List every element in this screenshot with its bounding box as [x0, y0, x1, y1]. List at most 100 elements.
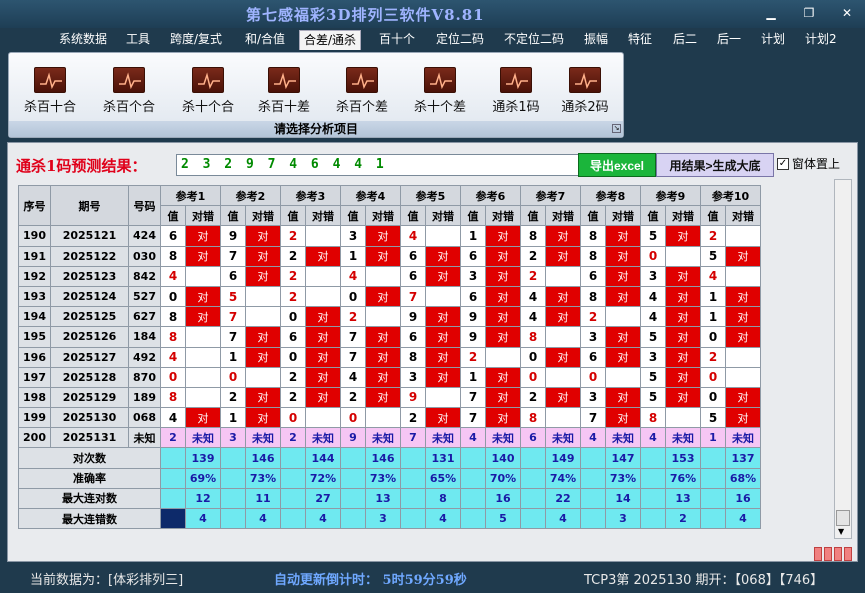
result-cell: 对 — [245, 225, 281, 247]
app-title: 第七感福彩3D排列三软件V8.81 — [246, 6, 485, 24]
dialog-launcher-icon[interactable]: ↘ — [612, 124, 621, 133]
analysis-option-button[interactable]: 杀十个合 — [173, 67, 243, 115]
table-row[interactable]: 194 2025125 627 8 对 7 0 对 2 9 对 9 对 4 对 2 4 对 1 对 — [18, 306, 761, 328]
value-cell: 5 — [700, 407, 726, 429]
menu-item[interactable]: 后一 — [713, 30, 745, 50]
predicted-value-cell: 6 — [520, 427, 546, 449]
table-header-row: 序号 期号 号码 参考1 参考2 参考3 参考4 参考5 参考6 参考7 参考8 参考9 参考10 — [18, 184, 761, 227]
predicted-result-cell: 未知 — [485, 427, 521, 449]
menu-item[interactable]: 工具 — [122, 30, 154, 50]
result-cell: 对 — [365, 245, 401, 267]
draw-number-cell: 870 — [128, 366, 161, 388]
result-cell: 对 — [425, 245, 461, 267]
menu-item[interactable]: 和/合值 — [241, 30, 289, 50]
table-row[interactable]: 195 2025126 184 8 7 对 6 对 7 对 6 对 9 对 8 3 对 5 对 0 对 — [18, 326, 761, 348]
menu-item[interactable]: 合差/通杀 — [299, 30, 362, 50]
minimize-icon[interactable]: ▁ — [762, 6, 780, 20]
analysis-option-button[interactable]: 杀十个差 — [405, 67, 475, 115]
analysis-option-button[interactable]: 通杀1码 — [481, 67, 551, 115]
value-cell: 0 — [160, 366, 186, 388]
result-cell: 对 — [545, 285, 581, 308]
analysis-option-button[interactable]: 通杀2码 — [550, 67, 620, 115]
value-cell: 7 — [220, 326, 246, 348]
value-cell: 4 — [520, 285, 546, 308]
stat-value: 14 — [605, 487, 641, 510]
analysis-option-button[interactable]: 杀百十差 — [249, 67, 319, 115]
update-countdown: 自动更新倒计时： 5时59分59秒 — [274, 573, 467, 588]
menu-item[interactable]: 计划2 — [801, 30, 841, 50]
value-cell: 1 — [460, 366, 486, 388]
scroll-down-icon[interactable]: ▼ — [838, 527, 844, 536]
scrollbar-thumb[interactable] — [836, 510, 850, 526]
stat-value: 11 — [245, 487, 281, 510]
value-cell: 6 — [460, 285, 486, 308]
menu-item[interactable]: 计划 — [757, 30, 789, 50]
predicted-result-cell: 未知 — [365, 427, 401, 449]
stat-row: 对次数 139 146 144 146 131 140 149 147 153 137 — [18, 447, 761, 469]
result-cell: 对 — [605, 245, 641, 267]
prediction-result-field[interactable]: 2 3 2 9 7 4 6 4 4 1 — [176, 154, 580, 176]
close-icon[interactable]: ✕ — [838, 6, 856, 20]
menu-item[interactable]: 后二 — [669, 30, 701, 50]
prediction-row[interactable]: 200 2025131 未知 2 未知 3 未知 2 未知 9 未知 7 未知 4 未知 6 未知 4 未知 4 未知 1… — [18, 427, 761, 449]
result-cell: 对 — [485, 407, 521, 429]
value-subheader: 值 — [700, 205, 726, 227]
analysis-option-button[interactable]: 杀百个合 — [94, 67, 164, 115]
menu-item[interactable]: 不定位二码 — [500, 30, 568, 50]
result-cell — [605, 366, 641, 388]
menu-item[interactable]: 系统数据 — [55, 30, 111, 50]
checkbox-checked-icon[interactable]: ✓ — [777, 157, 789, 170]
topmost-checkbox[interactable]: ✓ 窗体置上 — [777, 155, 840, 172]
result-cell: 对 — [485, 285, 521, 308]
result-cell: 对 — [725, 386, 761, 409]
result-cell: 对 — [665, 326, 701, 348]
table-row[interactable]: 190 2025121 424 6 对 9 对 2 3 对 4 1 对 8 对 8 对 5 对 2 — [18, 225, 761, 247]
table-row[interactable]: 196 2025127 492 4 1 对 0 对 7 对 8 对 2 0 对 6 对 3 对 2 — [18, 346, 761, 368]
menu-item[interactable]: 跨度/复式 — [166, 30, 226, 50]
export-excel-button[interactable]: 导出excel — [578, 153, 656, 177]
result-cell: 对 — [485, 245, 521, 267]
stat-value: 139 — [185, 447, 221, 469]
ref-header: 参考9 — [640, 184, 701, 207]
result-cell: 对 — [245, 326, 281, 348]
topmost-label: 窗体置上 — [792, 157, 841, 171]
analysis-option-label: 通杀2码 — [561, 100, 609, 115]
value-cell: 6 — [220, 265, 246, 287]
table-row[interactable]: 198 2025129 189 8 2 对 2 对 2 对 9 7 对 2 对 3 对 5 对 0 对 — [18, 386, 761, 409]
table-row[interactable]: 197 2025128 870 0 0 2 对 4 对 3 对 1 对 0 0 5 对 0 — [18, 366, 761, 388]
stat-label: 最大连对数 — [18, 487, 161, 510]
stat-value: 73% — [245, 467, 281, 489]
table-row[interactable]: 199 2025130 068 4 对 1 对 0 0 2 对 7 对 8 7 对 8 5 对 — [18, 407, 761, 429]
menu-item[interactable]: 振幅 — [580, 30, 612, 50]
resize-gripper[interactable] — [814, 547, 852, 561]
table-row[interactable]: 192 2025123 842 4 6 对 2 4 6 对 3 对 2 6 对 3 对 4 — [18, 265, 761, 287]
draw-number-cell: 068 — [128, 407, 161, 429]
result-cell — [185, 346, 221, 368]
stat-value: 146 — [245, 447, 281, 469]
value-cell: 4 — [640, 285, 666, 308]
restore-icon[interactable]: ❐ — [800, 6, 818, 20]
result-cell: 对 — [545, 245, 581, 267]
table-row[interactable]: 191 2025122 030 8 对 7 对 2 对 1 对 6 对 6 对 2 对 8 对 0 5 对 — [18, 245, 761, 267]
result-cell: 对 — [665, 366, 701, 388]
stat-value: 68% — [725, 467, 761, 489]
table-row[interactable]: 193 2025124 527 0 对 5 2 0 对 7 6 对 4 对 8 对 4 对 1 对 — [18, 285, 761, 308]
menu-item[interactable]: 特征 — [624, 30, 656, 50]
analysis-option-label: 通杀1码 — [492, 100, 540, 115]
result-cell: 对 — [245, 346, 281, 368]
ref-header: 参考4 — [340, 184, 401, 207]
result-cell: 对 — [245, 245, 281, 267]
menu-item[interactable]: 定位二码 — [432, 30, 488, 50]
value-subheader: 值 — [640, 205, 666, 227]
menu-item[interactable]: 百十个 — [375, 30, 419, 50]
stat-value: 4 — [425, 507, 461, 530]
stat-value: 146 — [365, 447, 401, 469]
period-cell: 2025126 — [50, 326, 129, 348]
vertical-scrollbar[interactable]: ▼ — [834, 179, 852, 539]
analysis-option-button[interactable]: 杀百个差 — [327, 67, 397, 115]
predicted-value-cell: 9 — [340, 427, 366, 449]
value-cell: 0 — [700, 326, 726, 348]
value-cell: 8 — [520, 225, 546, 247]
generate-base-button[interactable]: 用结果>生成大底 — [656, 153, 774, 177]
analysis-option-button[interactable]: 杀百十合 — [15, 67, 85, 115]
